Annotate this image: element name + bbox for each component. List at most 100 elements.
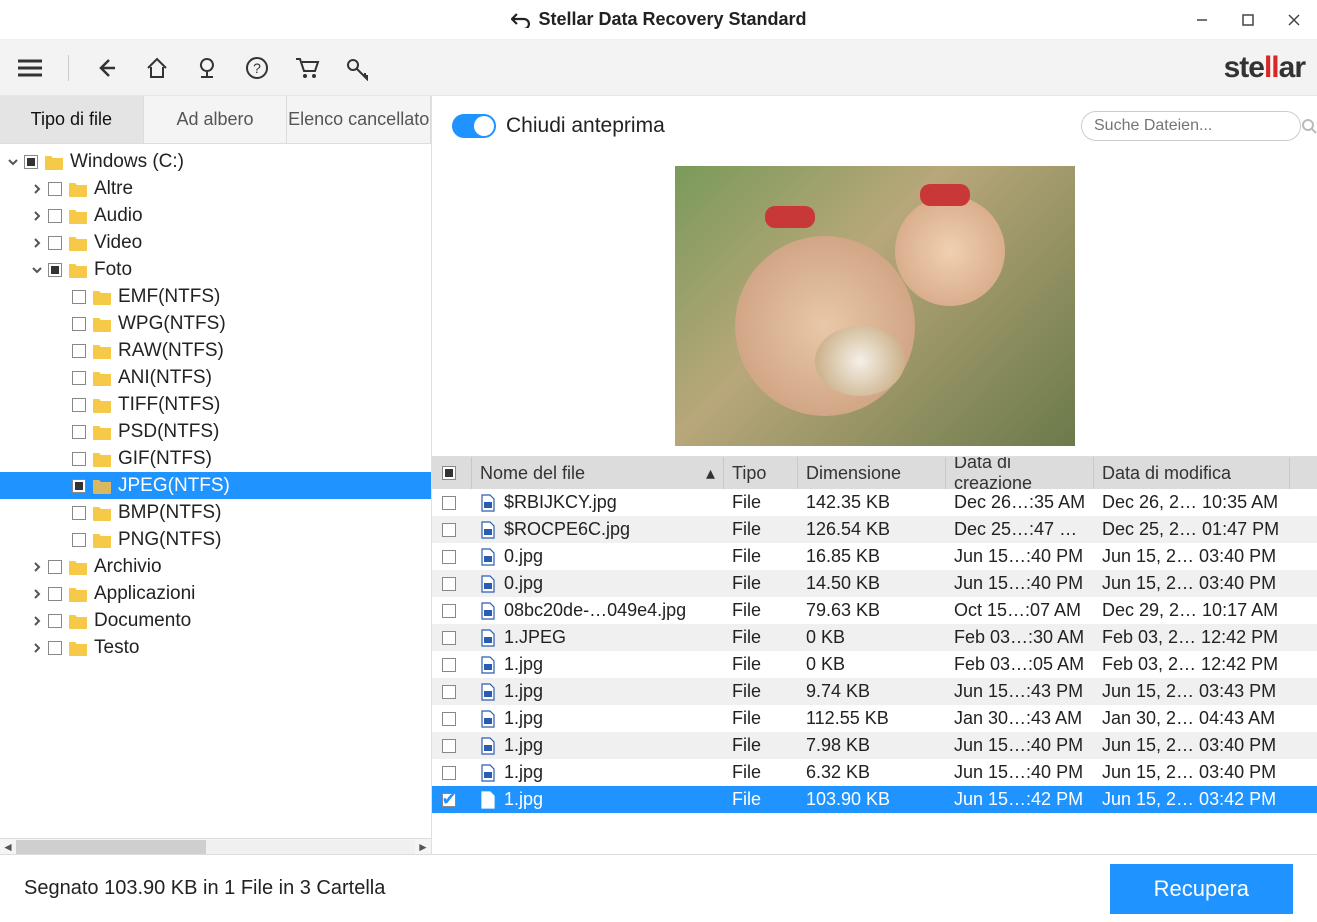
checkbox[interactable] — [72, 317, 86, 331]
file-list-body[interactable]: $RBIJKCY.jpgFile142.35 KBDec 26…:35 AMDe… — [432, 489, 1317, 854]
expand-icon[interactable] — [28, 234, 46, 252]
close-button[interactable] — [1271, 0, 1317, 40]
tree-item[interactable]: Applicazioni — [0, 580, 431, 607]
expand-icon[interactable] — [52, 288, 70, 306]
file-row[interactable]: 1.jpgFile0 KBFeb 03…:05 AMFeb 03, 2… 12:… — [432, 651, 1317, 678]
file-row[interactable]: 1.jpgFile7.98 KBJun 15…:40 PMJun 15, 2… … — [432, 732, 1317, 759]
expand-icon[interactable] — [28, 612, 46, 630]
menu-button[interactable] — [12, 50, 48, 86]
collapse-icon[interactable] — [4, 153, 22, 171]
tree-item[interactable]: Audio — [0, 202, 431, 229]
checkbox[interactable] — [72, 344, 86, 358]
expand-icon[interactable] — [28, 585, 46, 603]
expand-icon[interactable] — [52, 423, 70, 441]
tree-item[interactable]: Testo — [0, 634, 431, 661]
checkbox[interactable] — [442, 712, 456, 726]
expand-icon[interactable] — [52, 450, 70, 468]
tab-file-type[interactable]: Tipo di file — [0, 96, 144, 143]
cart-button[interactable] — [289, 50, 325, 86]
expand-icon[interactable] — [28, 558, 46, 576]
file-row[interactable]: 1.jpgFile112.55 KBJan 30…:43 AMJan 30, 2… — [432, 705, 1317, 732]
checkbox[interactable] — [442, 550, 456, 564]
toggle-switch-icon[interactable] — [452, 114, 496, 138]
tree-item[interactable]: RAW(NTFS) — [0, 337, 431, 364]
maximize-button[interactable] — [1225, 0, 1271, 40]
checkbox[interactable] — [72, 290, 86, 304]
file-row[interactable]: $ROCPE6C.jpgFile126.54 KBDec 25…:47 PMDe… — [432, 516, 1317, 543]
file-row[interactable]: 1.jpgFile6.32 KBJun 15…:40 PMJun 15, 2… … — [432, 759, 1317, 786]
checkbox[interactable] — [48, 263, 62, 277]
expand-icon[interactable] — [28, 261, 46, 279]
search-field[interactable] — [1081, 111, 1301, 141]
file-row[interactable]: 08bc20de-…049e4.jpgFile79.63 KBOct 15…:0… — [432, 597, 1317, 624]
checkbox[interactable] — [48, 641, 62, 655]
tree-item[interactable]: JPEG(NTFS) — [0, 472, 431, 499]
file-row[interactable]: 0.jpgFile14.50 KBJun 15…:40 PMJun 15, 2…… — [432, 570, 1317, 597]
tree-item[interactable]: GIF(NTFS) — [0, 445, 431, 472]
checkbox[interactable] — [442, 685, 456, 699]
expand-icon[interactable] — [52, 396, 70, 414]
tree-item[interactable]: PSD(NTFS) — [0, 418, 431, 445]
checkbox[interactable] — [48, 614, 62, 628]
column-type[interactable]: Tipo — [724, 457, 798, 489]
column-modified[interactable]: Data di modifica — [1094, 457, 1290, 489]
checkbox[interactable] — [72, 479, 86, 493]
home-button[interactable] — [139, 50, 175, 86]
expand-icon[interactable] — [28, 639, 46, 657]
checkbox[interactable] — [72, 452, 86, 466]
back-button[interactable] — [89, 50, 125, 86]
tree-item[interactable]: BMP(NTFS) — [0, 499, 431, 526]
tree-item-root[interactable]: Windows (C:) — [0, 148, 431, 175]
tree-hscrollbar[interactable]: ◄► — [0, 838, 431, 854]
expand-icon[interactable] — [52, 477, 70, 495]
checkbox[interactable]: ✔ — [442, 793, 456, 807]
checkbox[interactable] — [48, 560, 62, 574]
expand-icon[interactable] — [28, 207, 46, 225]
file-row[interactable]: $RBIJKCY.jpgFile142.35 KBDec 26…:35 AMDe… — [432, 489, 1317, 516]
column-size[interactable]: Dimensione — [798, 457, 946, 489]
checkbox[interactable] — [442, 739, 456, 753]
checkbox[interactable] — [442, 604, 456, 618]
checkbox[interactable] — [442, 523, 456, 537]
checkbox[interactable] — [48, 236, 62, 250]
scan-button[interactable] — [189, 50, 225, 86]
help-button[interactable]: ? — [239, 50, 275, 86]
tree-item[interactable]: WPG(NTFS) — [0, 310, 431, 337]
checkbox[interactable] — [72, 533, 86, 547]
tree-item[interactable]: Video — [0, 229, 431, 256]
expand-icon[interactable] — [28, 180, 46, 198]
file-row[interactable]: 1.jpgFile9.74 KBJun 15…:43 PMJun 15, 2… … — [432, 678, 1317, 705]
file-row[interactable]: 0.jpgFile16.85 KBJun 15…:40 PMJun 15, 2…… — [432, 543, 1317, 570]
expand-icon[interactable] — [52, 315, 70, 333]
file-row[interactable]: 1.JPEGFile0 KBFeb 03…:30 AMFeb 03, 2… 12… — [432, 624, 1317, 651]
checkbox[interactable] — [442, 631, 456, 645]
tree-item[interactable]: TIFF(NTFS) — [0, 391, 431, 418]
column-created[interactable]: Data di creazione — [946, 457, 1094, 489]
search-input[interactable] — [1094, 117, 1301, 135]
preview-toggle[interactable]: Chiudi anteprima — [452, 114, 665, 138]
checkbox[interactable] — [48, 182, 62, 196]
tree-item[interactable]: PNG(NTFS) — [0, 526, 431, 553]
checkbox[interactable] — [442, 658, 456, 672]
tab-tree-view[interactable]: Ad albero — [144, 96, 288, 143]
tree-item[interactable]: Altre — [0, 175, 431, 202]
tree-item[interactable]: ANI(NTFS) — [0, 364, 431, 391]
checkbox[interactable] — [442, 766, 456, 780]
checkbox[interactable] — [442, 496, 456, 510]
tree-item[interactable]: Archivio — [0, 553, 431, 580]
file-row[interactable]: ✔1.jpgFile103.90 KBJun 15…:42 PMJun 15, … — [432, 786, 1317, 813]
folder-tree[interactable]: Windows (C:)AltreAudioVideoFotoEMF(NTFS)… — [0, 144, 431, 838]
column-name[interactable]: Nome del file ▴ — [472, 457, 724, 489]
select-all-checkbox[interactable] — [432, 457, 472, 489]
checkbox[interactable] — [72, 425, 86, 439]
minimize-button[interactable] — [1179, 0, 1225, 40]
tree-item[interactable]: EMF(NTFS) — [0, 283, 431, 310]
expand-icon[interactable] — [52, 369, 70, 387]
activate-button[interactable] — [339, 50, 375, 86]
checkbox[interactable] — [72, 371, 86, 385]
recover-button[interactable]: Recupera — [1110, 864, 1293, 914]
checkbox[interactable] — [72, 506, 86, 520]
checkbox[interactable] — [48, 587, 62, 601]
checkbox[interactable] — [72, 398, 86, 412]
expand-icon[interactable] — [52, 504, 70, 522]
